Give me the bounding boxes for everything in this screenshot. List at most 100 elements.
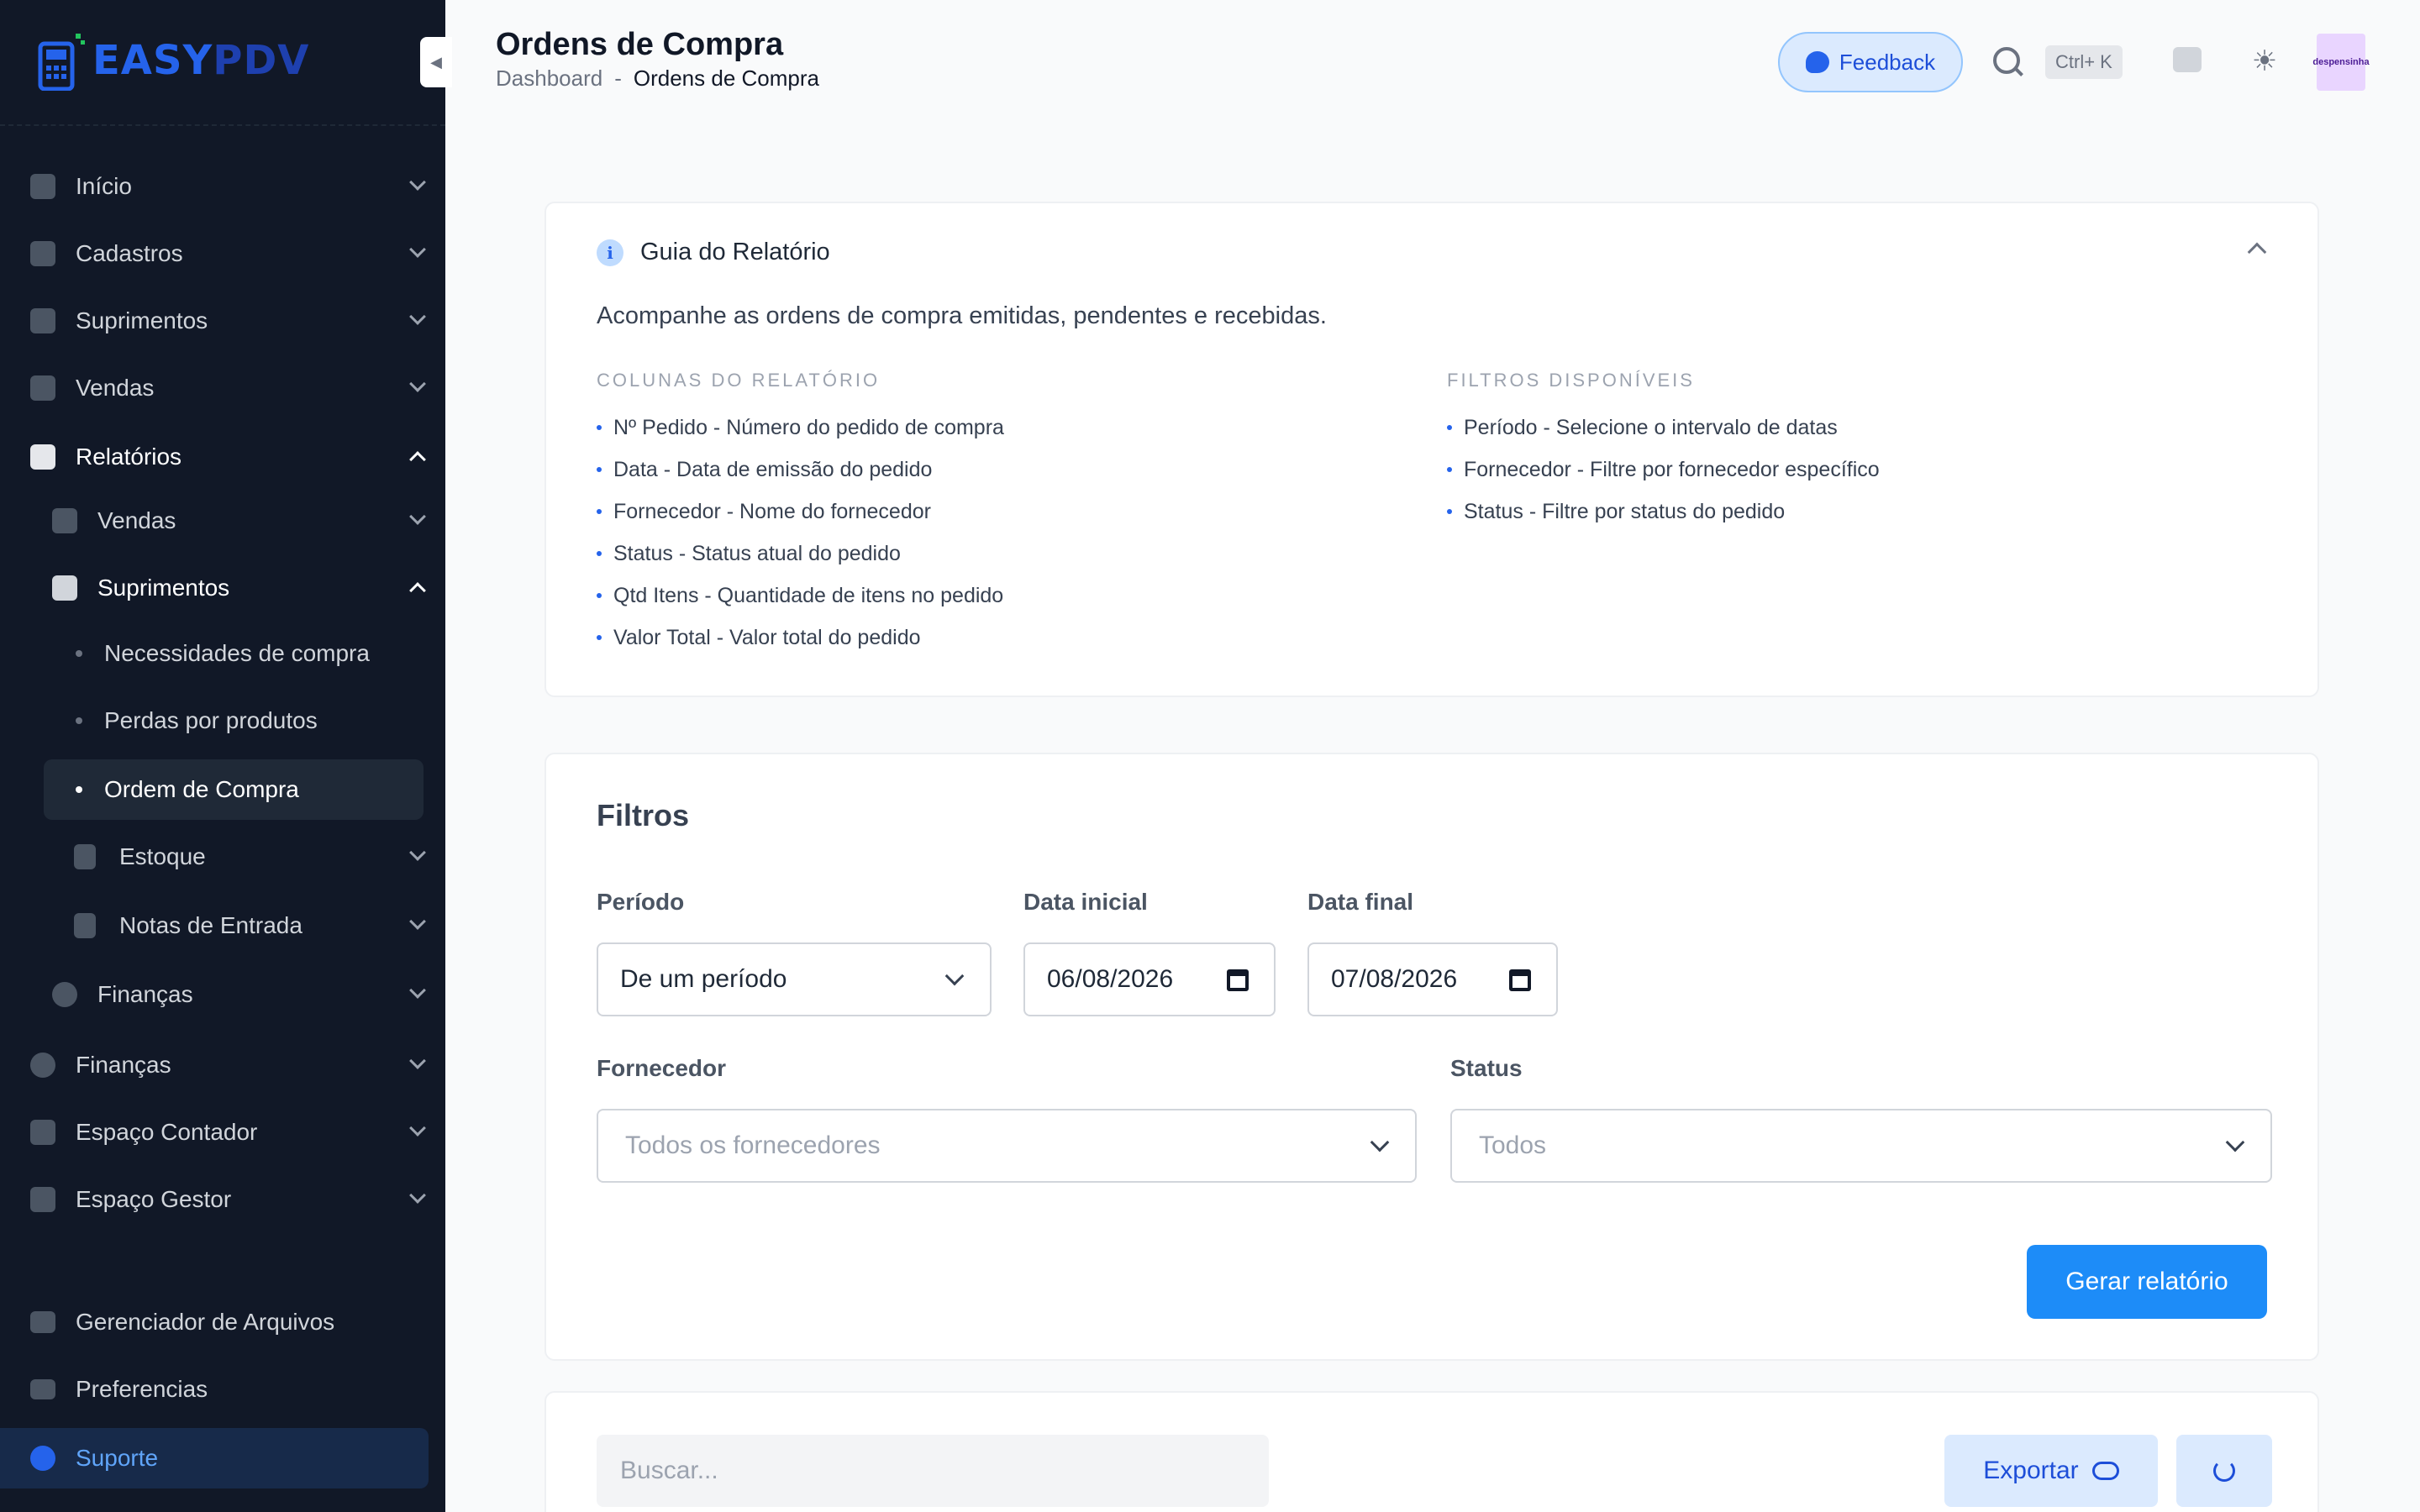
sidebar-item-cadastros[interactable]: Cadastros (0, 223, 445, 284)
search-icon[interactable] (1993, 47, 2020, 74)
chart-line-icon (30, 444, 55, 470)
sidebar-item-gerenciador-arquivos[interactable]: Gerenciador de Arquivos (0, 1292, 445, 1352)
period-label: Período (597, 889, 685, 915)
period-select[interactable]: De um período (597, 942, 992, 1016)
avatar[interactable]: despensinha (2312, 34, 2370, 91)
sidebar-item-suporte[interactable]: Suporte (0, 1428, 445, 1488)
sidebar-subitem-vendas[interactable]: Vendas (0, 491, 445, 551)
chevron-down-icon (2225, 1132, 2245, 1152)
list-item: Qtd Itens - Quantidade de itens no pedid… (597, 575, 1004, 617)
chevron-down-icon (409, 375, 426, 392)
feedback-button[interactable]: Feedback (1778, 32, 1963, 92)
bullet-icon (1447, 467, 1452, 472)
register-icon (30, 375, 55, 401)
guide-header[interactable]: i Guia do Relatório (597, 239, 830, 266)
sidebar-item-inicio[interactable]: Início (0, 156, 445, 217)
sidebar-item-label: Notas de Entrada (119, 912, 302, 938)
sidebar-item-suprimentos[interactable]: Suprimentos (0, 291, 445, 351)
top-header: Ordens de Compra Dashboard - Ordens de C… (445, 0, 2420, 126)
bullet-icon (597, 635, 602, 640)
bullet-icon (597, 425, 602, 430)
list-item: Fornecedor - Filtre por fornecedor espec… (1447, 449, 1880, 491)
dollar-icon (30, 1053, 55, 1078)
end-date-input[interactable]: 07/08/2026 (1307, 942, 1558, 1016)
start-date-input[interactable]: 06/08/2026 (1023, 942, 1276, 1016)
chevron-down-icon (409, 508, 426, 525)
sidebar-item-label: Ordem de Compra (104, 776, 299, 802)
sidebar-item-label: Espaço Contador (76, 1119, 258, 1145)
list-item-text: Valor Total - Valor total do pedido (613, 625, 921, 649)
sidebar-item-label: Perdas por produtos (104, 707, 318, 733)
sidebar-subitem-ordem-de-compra[interactable]: Ordem de Compra (0, 759, 445, 820)
search-input[interactable]: Buscar... (597, 1435, 1269, 1507)
sidebar-item-label: Cadastros (76, 240, 183, 266)
status-value: Todos (1479, 1131, 1547, 1159)
filters-heading: FILTROS DISPONÍVEIS (1447, 370, 1695, 391)
breadcrumb-current: Ordens de Compra (633, 66, 819, 91)
sidebar-item-preferencias[interactable]: Preferencias (0, 1359, 445, 1420)
logo-text-easy: EASY (92, 37, 213, 84)
chevron-down-icon (409, 844, 426, 861)
bullet-icon (1447, 425, 1452, 430)
info-icon: i (597, 239, 623, 266)
sidebar-item-financas[interactable]: Finanças (0, 1035, 445, 1095)
end-date-value: 07/08/2026 (1331, 965, 1458, 993)
calendar-icon[interactable] (1227, 969, 1249, 991)
messages-icon[interactable] (2173, 47, 2202, 72)
sidebar-subitem-estoque[interactable]: Estoque (0, 827, 445, 887)
export-label: Exportar (1983, 1457, 2079, 1484)
avatar-text: despensinha (2312, 57, 2370, 67)
supplier-select[interactable]: Todos os fornecedores (597, 1109, 1417, 1183)
sidebar-subitem-financas[interactable]: Finanças (0, 964, 445, 1025)
sidebar-item-label: Espaço Gestor (76, 1186, 232, 1212)
bullet-icon (597, 551, 602, 556)
sidebar-item-espaco-contador[interactable]: Espaço Contador (0, 1102, 445, 1163)
chevron-down-icon (409, 1120, 426, 1137)
status-select[interactable]: Todos (1450, 1109, 2272, 1183)
search-placeholder: Buscar... (620, 1457, 718, 1484)
logo-text-pdv: PDV (213, 37, 310, 84)
sidebar-item-espaco-gestor[interactable]: Espaço Gestor (0, 1169, 445, 1230)
sidebar-item-label: Necessidades de compra (104, 640, 370, 666)
list-item-text: Fornecedor - Nome do fornecedor (613, 499, 931, 523)
sun-icon[interactable]: ☀ (2250, 47, 2279, 76)
chevron-down-icon (409, 913, 426, 930)
bullet-icon (597, 467, 602, 472)
page-title: Ordens de Compra (496, 27, 784, 62)
list-item: Data - Data de emissão do pedido (597, 449, 1004, 491)
cloud-upload-icon (2091, 1462, 2119, 1480)
folder-icon (30, 1311, 55, 1333)
bullet-icon (597, 509, 602, 514)
sidebar-item-vendas[interactable]: Vendas (0, 358, 445, 418)
calendar-icon[interactable] (1509, 969, 1531, 991)
list-item-text: Nº Pedido - Número do pedido de compra (613, 415, 1004, 439)
chevron-up-icon[interactable] (2247, 242, 2267, 262)
id-card-icon (30, 241, 55, 266)
list-item-text: Qtd Itens - Quantidade de itens no pedid… (613, 583, 1004, 607)
app-logo[interactable]: EASY PDV (37, 29, 309, 92)
list-item-text: Status - Filtre por status do pedido (1464, 499, 1786, 523)
status-label: Status (1450, 1055, 1523, 1081)
filters-title: Filtros (597, 798, 690, 832)
sidebar-item-label: Vendas (97, 507, 176, 533)
export-button[interactable]: Exportar (1944, 1435, 2158, 1507)
team-icon (30, 1187, 55, 1212)
sidebar-subitem-notas-entrada[interactable]: Notas de Entrada (0, 895, 445, 956)
guide-title: Guia do Relatório (640, 239, 830, 265)
period-value: De um período (620, 965, 787, 993)
bullet-icon (76, 717, 82, 724)
sidebar-item-label: Suprimentos (76, 307, 208, 333)
box-icon (52, 575, 77, 601)
sidebar-item-relatorios[interactable]: Relatórios (0, 427, 445, 487)
sidebar-subitem-necessidades[interactable]: Necessidades de compra (0, 623, 445, 684)
generate-report-button[interactable]: Gerar relatório (2027, 1245, 2267, 1319)
breadcrumb-dashboard[interactable]: Dashboard (496, 66, 602, 92)
refresh-button[interactable] (2176, 1435, 2272, 1507)
report-guide-card: i Guia do Relatório Acompanhe as ordens … (544, 202, 2319, 697)
bullet-icon (1447, 509, 1452, 514)
sidebar-item-label: Preferencias (76, 1376, 208, 1402)
sidebar-item-label: Gerenciador de Arquivos (76, 1309, 335, 1335)
bullet-icon (76, 786, 82, 793)
sidebar-subitem-suprimentos[interactable]: Suprimentos (0, 558, 445, 618)
sidebar-subitem-perdas[interactable]: Perdas por produtos (0, 690, 445, 751)
